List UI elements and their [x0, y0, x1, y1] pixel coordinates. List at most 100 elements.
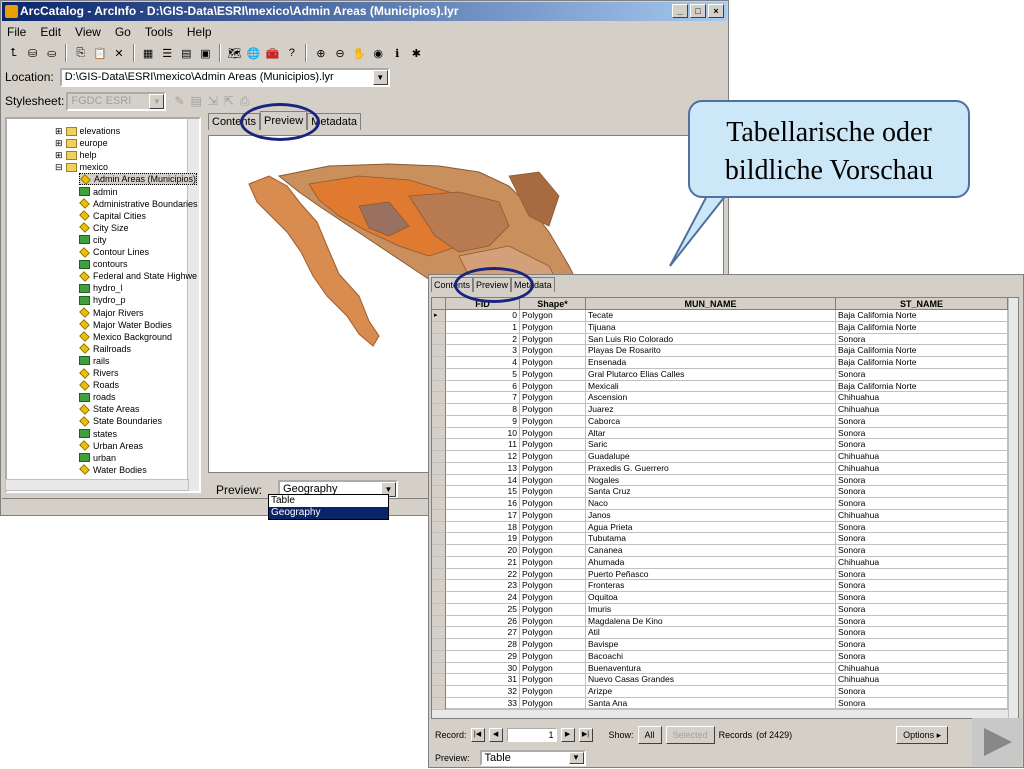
tree-item[interactable]: City Size	[79, 222, 129, 234]
table-row[interactable]: 31 Polygon Nuevo Casas Grandes Chihuahua	[432, 674, 1008, 686]
row-selector[interactable]	[432, 345, 446, 357]
table-row[interactable]: 8 Polygon Juarez Chihuahua	[432, 404, 1008, 416]
table-row[interactable]: 11 Polygon Saric Sonora	[432, 439, 1008, 451]
tree-item[interactable]: ⊞ europe	[55, 137, 108, 149]
table-row[interactable]: 1 Polygon Tijuana Baja California Norte	[432, 321, 1008, 334]
tree-item[interactable]: admin	[79, 186, 118, 198]
minimize-button[interactable]: _	[672, 4, 688, 18]
row-selector[interactable]	[432, 533, 446, 545]
chevron-down-icon[interactable]: ▼	[372, 69, 388, 85]
full-extent-icon[interactable]: ◉	[370, 44, 387, 62]
menu-file[interactable]: File	[5, 23, 28, 41]
table-row[interactable]: 4 Polygon Ensenada Baja California Norte	[432, 357, 1008, 369]
row-selector[interactable]	[432, 662, 446, 675]
menu-view[interactable]: View	[73, 23, 103, 41]
row-selector[interactable]	[432, 415, 446, 428]
previous-record-icon[interactable]: ◀	[488, 728, 503, 742]
details-icon[interactable]: ▤	[178, 44, 195, 62]
row-selector[interactable]	[432, 509, 446, 522]
close-button[interactable]: ×	[708, 4, 724, 18]
tree-item[interactable]: Mexico Background	[79, 331, 172, 343]
tree-item[interactable]: Administrative Boundaries	[79, 198, 198, 210]
table-row[interactable]: 29 Polygon Bacoachi Sonora	[432, 650, 1008, 663]
row-selector[interactable]	[432, 474, 446, 487]
up-folder-icon[interactable]: ⮤	[5, 44, 22, 62]
row-selector[interactable]	[432, 404, 446, 416]
expand-icon[interactable]: ⊞	[55, 125, 63, 137]
show-selected-button[interactable]: Selected	[665, 726, 715, 744]
table-row[interactable]: 16 Polygon Naco Sonora	[432, 498, 1008, 510]
table-row[interactable]: 7 Polygon Ascension Chihuahua	[432, 392, 1008, 404]
import-metadata-icon[interactable]: ⇲	[208, 94, 218, 108]
identify-icon[interactable]: ℹ	[389, 44, 406, 62]
table-row[interactable]: 15 Polygon Santa Cruz Sonora	[432, 486, 1008, 498]
table-row[interactable]: 27 Polygon Atil Sonora	[432, 627, 1008, 639]
expand-icon[interactable]: ⊞	[55, 137, 63, 149]
row-selector[interactable]	[432, 451, 446, 463]
globe-icon[interactable]: 🌐	[245, 44, 262, 62]
tree-item[interactable]: ⊞ elevations	[55, 125, 120, 137]
maximize-button[interactable]: □	[690, 4, 706, 18]
row-selector[interactable]: ▸	[432, 310, 446, 322]
row-selector[interactable]	[432, 580, 446, 592]
row-selector[interactable]	[432, 521, 446, 534]
tree-item[interactable]: Water Bodies	[79, 464, 147, 476]
tree-item[interactable]: Major Rivers	[79, 307, 144, 319]
table-row[interactable]: 32 Polygon Arizpe Sonora	[432, 686, 1008, 698]
tree-item[interactable]: Roads	[79, 379, 119, 391]
tree-item[interactable]: hydro_p	[79, 294, 126, 306]
table-row[interactable]: 30 Polygon Buenaventura Chihuahua	[432, 662, 1008, 675]
row-selector[interactable]	[432, 392, 446, 404]
zoom-out-icon[interactable]: ⊖	[331, 44, 348, 62]
tree-item[interactable]: contours	[79, 258, 128, 270]
option-geography[interactable]: Geography	[269, 507, 388, 519]
tree-item[interactable]: Contour Lines	[79, 246, 149, 258]
tree-item[interactable]: hydro_l	[79, 282, 123, 294]
delete-icon[interactable]: ✕	[110, 44, 127, 62]
tree-item[interactable]: Railroads	[79, 343, 131, 355]
row-selector[interactable]	[432, 615, 446, 628]
list-icon[interactable]: ☰	[159, 44, 176, 62]
row-selector[interactable]	[432, 603, 446, 616]
row-selector[interactable]	[432, 498, 446, 510]
table-row[interactable]: 25 Polygon Imuris Sonora	[432, 603, 1008, 616]
tree-item[interactable]: urban	[79, 452, 116, 464]
row-selector[interactable]	[432, 380, 446, 393]
row-selector[interactable]	[432, 592, 446, 604]
tree-item[interactable]: State Areas	[79, 403, 140, 415]
metadata-properties-icon[interactable]: ▤	[190, 94, 201, 108]
table-row[interactable]: 20 Polygon Cananea Sonora	[432, 545, 1008, 557]
tree-item[interactable]: State Boundaries	[79, 415, 162, 427]
table-preview-combo[interactable]: Table ▼	[479, 750, 586, 766]
tree-item[interactable]: Admin Areas (Municipios)	[79, 173, 198, 186]
column-header-mun-name[interactable]: MUN_NAME	[586, 298, 836, 310]
row-selector[interactable]	[432, 650, 446, 663]
table-row[interactable]: 2 Polygon San Luis Rio Colorado Sonora	[432, 333, 1008, 346]
table-row[interactable]: 18 Polygon Agua Prieta Sonora	[432, 521, 1008, 534]
row-selector[interactable]	[432, 439, 446, 451]
location-combo[interactable]: D:\GIS-Data\ESRI\mexico\Admin Areas (Mun…	[59, 67, 390, 87]
play-button[interactable]	[972, 718, 1022, 766]
zoom-in-icon[interactable]: ⊕	[312, 44, 329, 62]
table-row[interactable]: 21 Polygon Ahumada Chihuahua	[432, 556, 1008, 569]
tree-item[interactable]: states	[79, 428, 117, 440]
row-selector[interactable]	[432, 556, 446, 569]
options-button[interactable]: Options ▸	[896, 726, 949, 744]
arctoolbox-icon[interactable]: 🧰	[264, 44, 281, 62]
catalog-tree[interactable]: ⊞ elevations ⊞ europe ⊞ help ⊟ mexico Admin Area…	[5, 117, 201, 493]
attribute-table[interactable]: FID Shape* MUN_NAME ST_NAME ▸ 0 Polygon Tec…	[431, 297, 1019, 719]
row-selector[interactable]	[432, 462, 446, 475]
table-row[interactable]: 10 Polygon Altar Sonora	[432, 427, 1008, 440]
table-row[interactable]: 6 Polygon Mexicali Baja California Norte	[432, 380, 1008, 393]
first-record-icon[interactable]: |◀	[470, 728, 485, 742]
table-row[interactable]: 19 Polygon Tubutama Sonora	[432, 533, 1008, 545]
pan-icon[interactable]: ✋	[351, 44, 368, 62]
chevron-down-icon[interactable]: ▼	[568, 752, 584, 764]
table-row[interactable]: 12 Polygon Guadalupe Chihuahua	[432, 451, 1008, 463]
table-row[interactable]: 28 Polygon Bavispe Sonora	[432, 639, 1008, 651]
row-selector[interactable]	[432, 568, 446, 581]
last-record-icon[interactable]: ▶|	[578, 728, 593, 742]
row-selector[interactable]	[432, 686, 446, 698]
table-row[interactable]: 3 Polygon Playas De Rosarito Baja Californi…	[432, 345, 1008, 357]
tree-item[interactable]: rails	[79, 355, 110, 367]
